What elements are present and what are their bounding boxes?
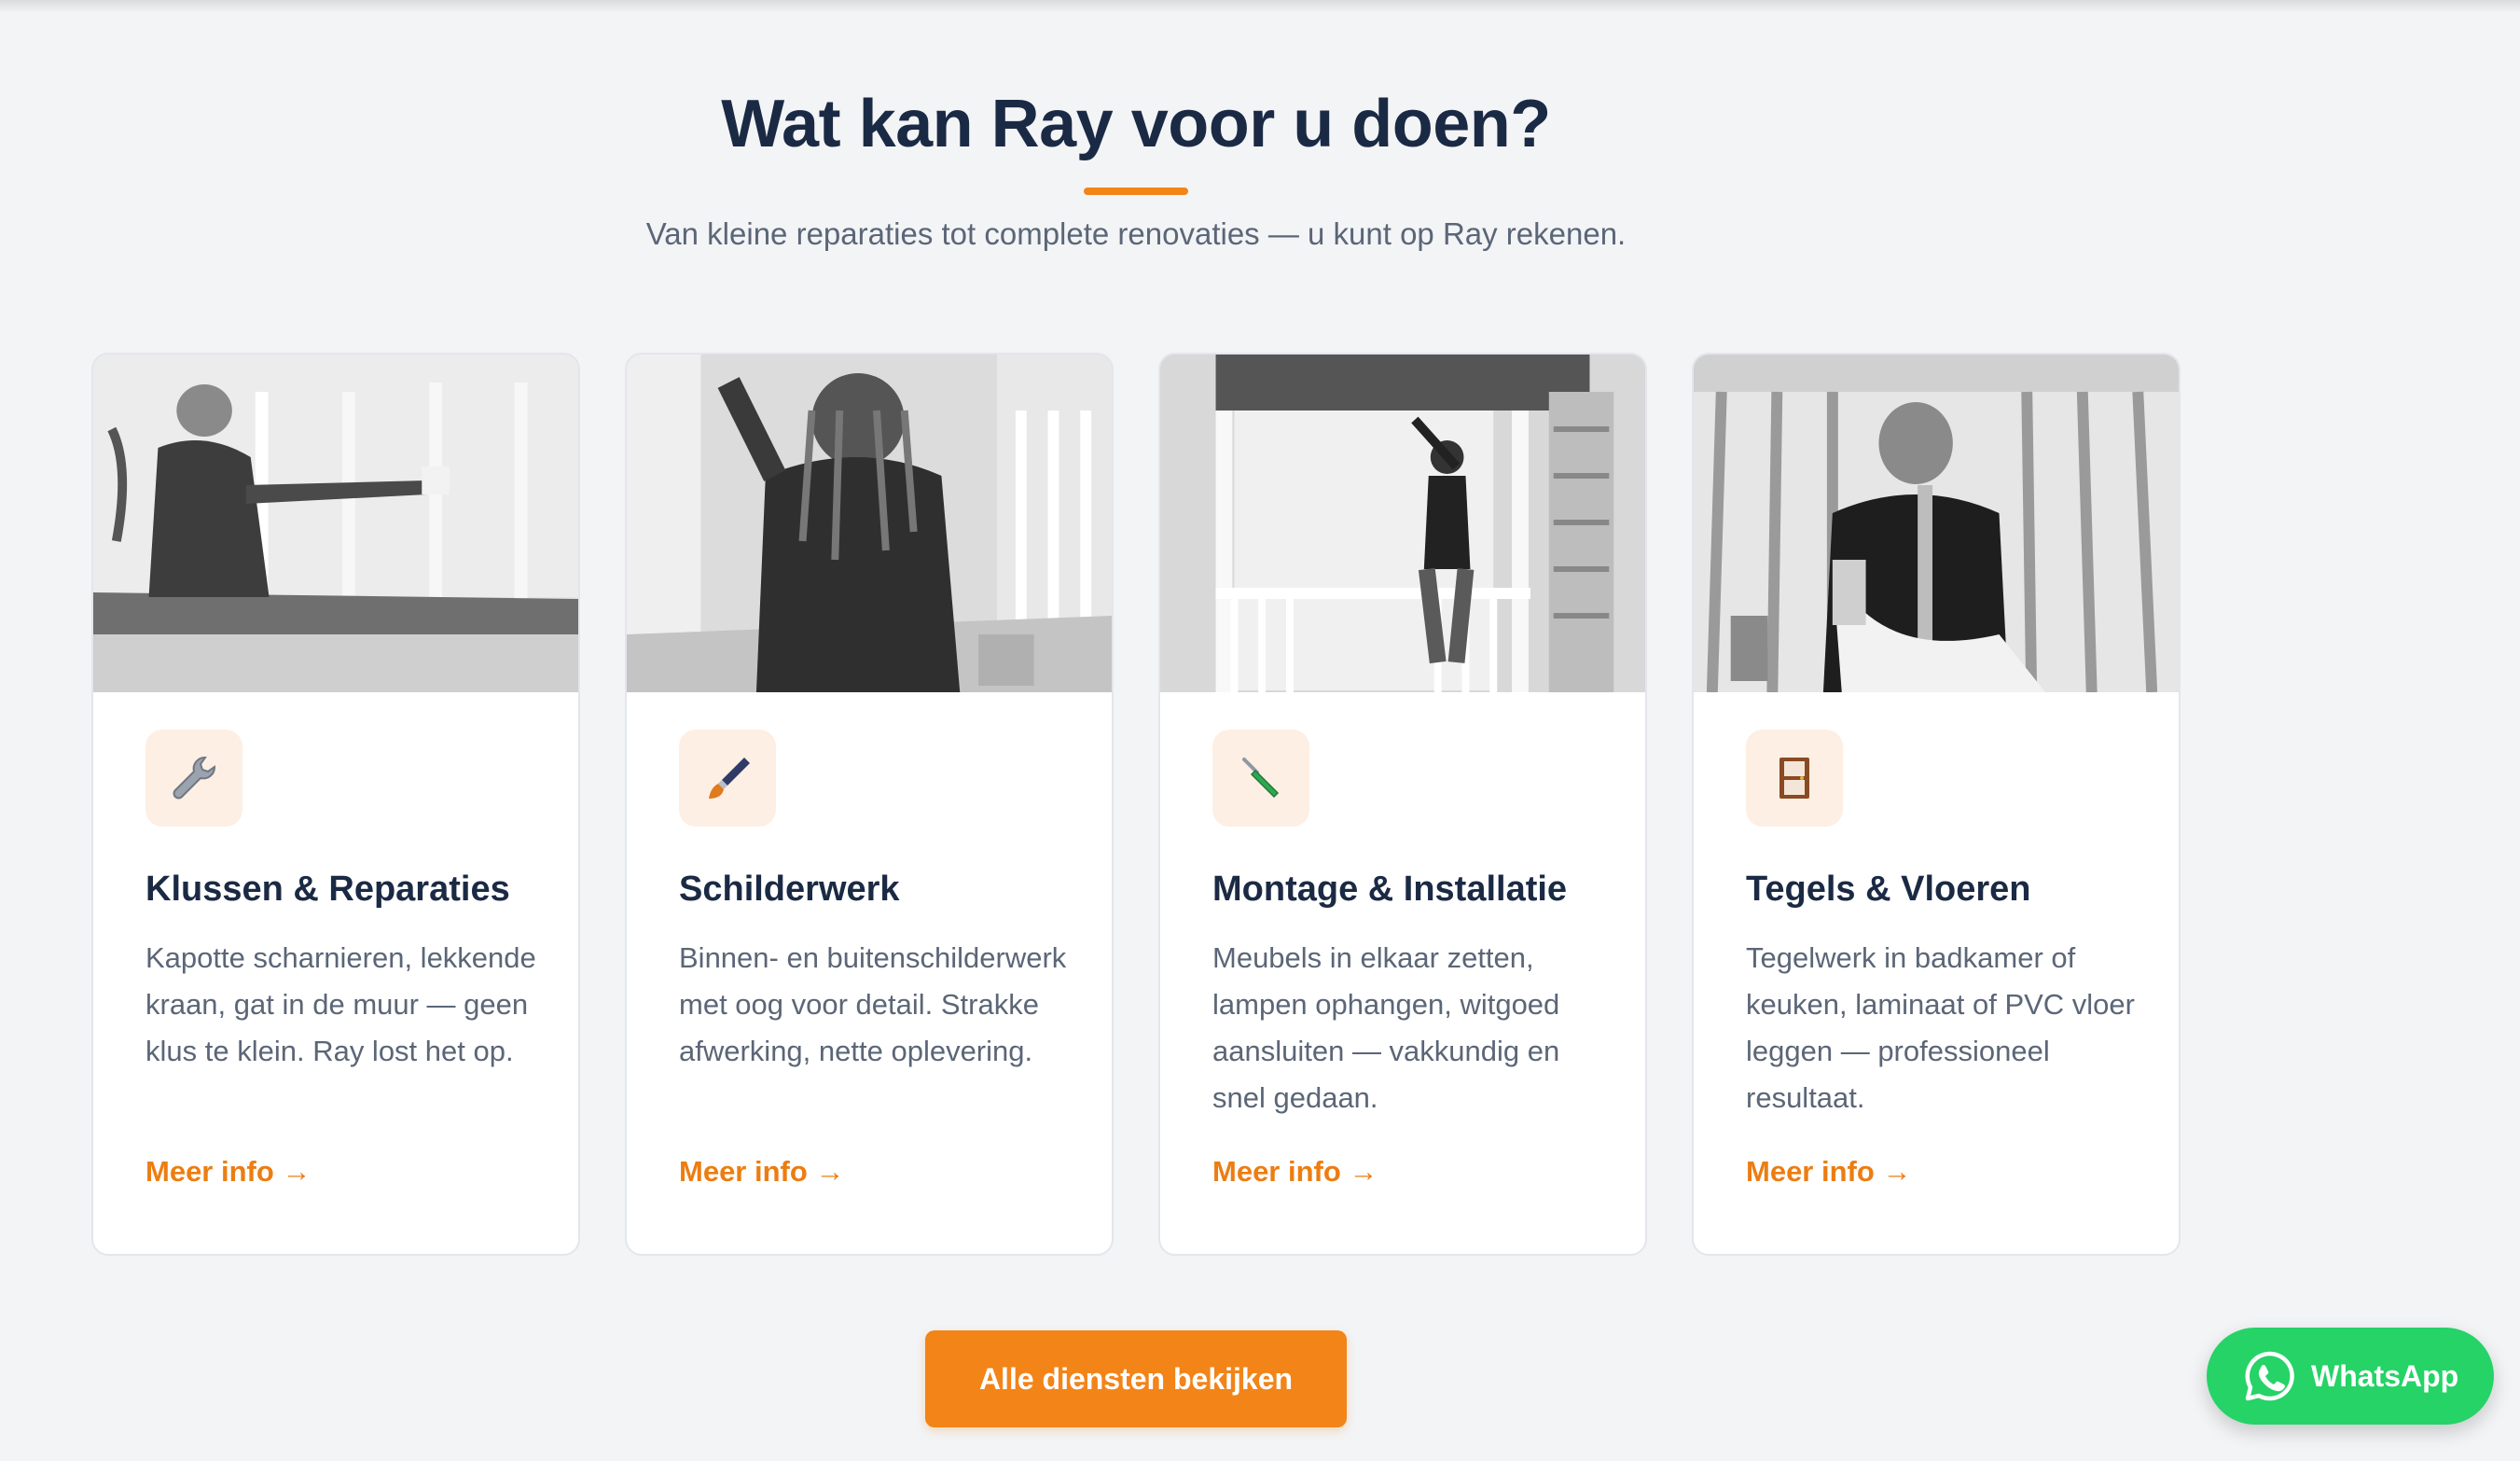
service-card-klussen[interactable]: Klussen & Reparaties Kapotte scharnieren… xyxy=(91,353,580,1256)
section-title: Wat kan Ray voor u doen? xyxy=(721,87,1551,161)
title-underline xyxy=(1084,188,1188,195)
service-card-tegels[interactable]: Tegels & Vloeren Tegelwerk in badkamer o… xyxy=(1692,353,2181,1256)
header-shadow xyxy=(0,0,2520,13)
service-photo-schilderwerk xyxy=(627,355,1112,692)
all-services-button[interactable]: Alle diensten bekijken xyxy=(925,1330,1347,1427)
paintbrush-icon xyxy=(709,758,750,799)
service-description: Tegelwerk in badkamer of keuken, laminaa… xyxy=(1746,941,2135,1114)
screwdriver-icon-box xyxy=(1212,730,1309,827)
section-subtitle: Van kleine reparaties tot complete renov… xyxy=(645,216,1627,251)
service-photo-klussen xyxy=(93,355,578,692)
whatsapp-icon xyxy=(2245,1351,2294,1401)
wrench-icon-box xyxy=(145,730,242,827)
door-icon-box xyxy=(1746,730,1843,827)
door-icon xyxy=(1779,758,1809,799)
service-card-schilderwerk[interactable]: Schilderwerk Binnen- en buitenschilderwe… xyxy=(625,353,1114,1256)
meer-info-link[interactable]: Meer info → xyxy=(1212,1155,1378,1189)
service-photo-tegels xyxy=(1694,355,2179,692)
services-grid: Klussen & Reparaties Kapotte scharnieren… xyxy=(91,353,2181,1256)
paintbrush-icon-box xyxy=(679,730,776,827)
service-title: Klussen & Reparaties xyxy=(145,870,510,909)
meer-info-link[interactable]: Meer info → xyxy=(679,1155,844,1189)
service-description: Binnen- en buitenschilderwerk met oog vo… xyxy=(679,941,1067,1067)
service-description: Kapotte scharnieren, lekkende kraan, gat… xyxy=(145,941,536,1067)
whatsapp-label: WhatsApp xyxy=(2311,1358,2459,1393)
whatsapp-button[interactable]: WhatsApp xyxy=(2207,1328,2494,1425)
service-title: Montage & Installatie xyxy=(1212,870,1568,909)
service-title: Tegels & Vloeren xyxy=(1746,870,2031,909)
meer-info-link[interactable]: Meer info → xyxy=(1746,1155,1911,1189)
screwdriver-icon xyxy=(1242,758,1280,799)
service-photo-montage xyxy=(1160,355,1645,692)
service-description: Meubels in elkaar zetten, lampen ophange… xyxy=(1212,941,1560,1114)
meer-info-link[interactable]: Meer info → xyxy=(145,1155,311,1189)
service-title: Schilderwerk xyxy=(679,870,900,909)
wrench-icon xyxy=(173,756,216,800)
service-card-montage[interactable]: Montage & Installatie Meubels in elkaar … xyxy=(1158,353,1647,1256)
